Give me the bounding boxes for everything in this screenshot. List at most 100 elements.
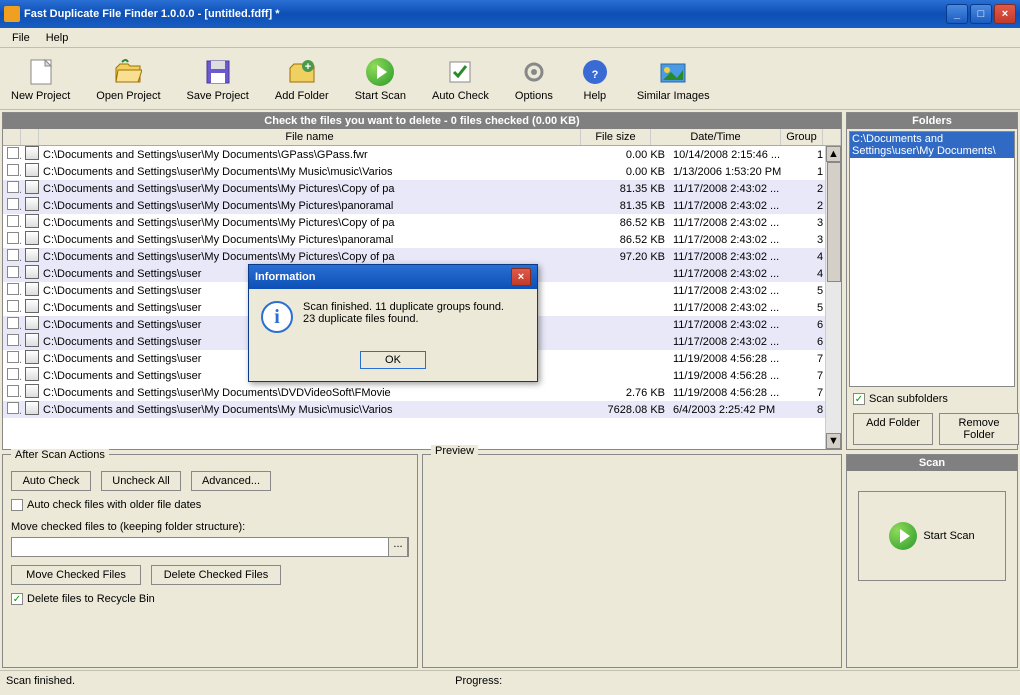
table-row[interactable]: C:\Documents and Settings\user\My Docume… [3, 146, 841, 163]
file-date: 11/17/2008 2:43:02 ... [669, 233, 799, 247]
delete-checked-button[interactable]: Delete Checked Files [151, 565, 281, 585]
save-project-button[interactable]: Save Project [180, 53, 256, 105]
file-icon [25, 333, 39, 347]
image-icon [657, 56, 689, 88]
open-project-button[interactable]: Open Project [89, 53, 167, 105]
table-row[interactable]: C:\Documents and Settings\user\My Docume… [3, 214, 841, 231]
row-checkbox[interactable] [7, 147, 19, 159]
save-icon [202, 56, 234, 88]
scroll-up-icon[interactable]: ▲ [826, 146, 841, 162]
file-size: 81.35 KB [599, 199, 669, 213]
table-row[interactable]: C:\Documents and Settings\user\My Docume… [3, 384, 841, 401]
folder-item[interactable]: C:\Documents and Settings\user\My Docume… [850, 132, 1014, 158]
row-checkbox[interactable] [7, 334, 19, 346]
scroll-thumb[interactable] [827, 162, 841, 282]
row-checkbox[interactable] [7, 300, 19, 312]
move-path-input[interactable]: ... [11, 537, 409, 557]
column-headers: File name File size Date/Time Group [3, 129, 841, 146]
menu-help[interactable]: Help [38, 30, 77, 46]
scrollbar-vertical[interactable]: ▲ ▼ [825, 146, 841, 449]
file-icon [25, 146, 39, 160]
row-checkbox[interactable] [7, 215, 19, 227]
row-checkbox[interactable] [7, 317, 19, 329]
start-scan-button[interactable]: Start Scan [348, 53, 413, 105]
file-size [599, 358, 669, 360]
auto-check-older-checkbox[interactable] [11, 499, 23, 511]
file-date: 1/13/2006 1:53:20 PM [669, 165, 799, 179]
add-folder-button-side[interactable]: Add Folder [853, 413, 933, 445]
table-row[interactable]: C:\Documents and Settings\user\My Docume… [3, 401, 841, 418]
menubar: File Help [0, 28, 1020, 48]
table-row[interactable]: C:\Documents and Settings\user\My Docume… [3, 197, 841, 214]
help-icon: ? [579, 56, 611, 88]
start-scan-big-button[interactable]: Start Scan [858, 491, 1006, 581]
file-size [599, 307, 669, 309]
row-checkbox[interactable] [7, 385, 19, 397]
browse-button[interactable]: ... [388, 537, 408, 557]
file-size [599, 324, 669, 326]
table-row[interactable]: C:\Documents and Settings\user\My Docume… [3, 248, 841, 265]
row-checkbox[interactable] [7, 368, 19, 380]
row-checkbox[interactable] [7, 351, 19, 363]
table-row[interactable]: C:\Documents and Settings\user\My Docume… [3, 163, 841, 180]
scroll-down-icon[interactable]: ▼ [826, 433, 841, 449]
file-date: 11/19/2008 4:56:28 ... [669, 369, 799, 383]
row-checkbox[interactable] [7, 283, 19, 295]
row-checkbox[interactable] [7, 232, 19, 244]
row-checkbox[interactable] [7, 402, 19, 414]
options-button[interactable]: Options [508, 53, 560, 105]
file-date: 11/17/2008 2:43:02 ... [669, 301, 799, 315]
advanced-button[interactable]: Advanced... [191, 471, 271, 491]
folder-list[interactable]: C:\Documents and Settings\user\My Docume… [849, 131, 1015, 387]
after-scan-actions-panel: After Scan Actions Auto Check Uncheck Al… [2, 454, 418, 668]
col-datetime[interactable]: Date/Time [651, 129, 781, 145]
file-name: C:\Documents and Settings\user\My Docume… [39, 182, 599, 196]
row-checkbox[interactable] [7, 181, 19, 193]
table-row[interactable]: C:\Documents and Settings\user\My Docume… [3, 231, 841, 248]
file-size [599, 375, 669, 377]
menu-file[interactable]: File [4, 30, 38, 46]
auto-check-action-button[interactable]: Auto Check [11, 471, 91, 491]
file-icon [25, 316, 39, 330]
file-date: 11/19/2008 4:56:28 ... [669, 386, 799, 400]
file-icon [25, 401, 39, 415]
row-checkbox[interactable] [7, 249, 19, 261]
minimize-button[interactable]: _ [946, 4, 968, 24]
file-name: C:\Documents and Settings\user\My Docume… [39, 233, 599, 247]
play-icon [364, 56, 396, 88]
add-folder-icon: + [286, 56, 318, 88]
row-checkbox[interactable] [7, 266, 19, 278]
remove-folder-button[interactable]: Remove Folder [939, 413, 1019, 445]
folders-panel: Folders C:\Documents and Settings\user\M… [846, 112, 1018, 450]
add-folder-button[interactable]: + Add Folder [268, 53, 336, 105]
recycle-bin-checkbox[interactable]: ✓ [11, 593, 23, 605]
folders-header: Folders [847, 113, 1017, 129]
maximize-button[interactable]: □ [970, 4, 992, 24]
close-button[interactable]: × [994, 4, 1016, 24]
help-button[interactable]: ? Help [572, 53, 618, 105]
col-filename[interactable]: File name [39, 129, 581, 145]
row-checkbox[interactable] [7, 198, 19, 210]
col-filesize[interactable]: File size [581, 129, 651, 145]
file-name: C:\Documents and Settings\user\My Docume… [39, 148, 599, 162]
open-folder-icon [112, 56, 144, 88]
file-date: 11/17/2008 2:43:02 ... [669, 182, 799, 196]
new-project-button[interactable]: New Project [4, 53, 77, 105]
row-checkbox[interactable] [7, 164, 19, 176]
table-row[interactable]: C:\Documents and Settings\user\My Docume… [3, 180, 841, 197]
file-panel-header: Check the files you want to delete - 0 f… [3, 113, 841, 129]
similar-images-button[interactable]: Similar Images [630, 53, 717, 105]
dialog-close-button[interactable]: × [511, 268, 531, 286]
auto-check-button[interactable]: Auto Check [425, 53, 496, 105]
col-group[interactable]: Group [781, 129, 823, 145]
svg-text:+: + [305, 61, 311, 73]
scan-subfolders-checkbox[interactable]: ✓ [853, 393, 865, 405]
file-size: 86.52 KB [599, 216, 669, 230]
status-text: Scan finished. [6, 675, 75, 687]
dialog-ok-button[interactable]: OK [360, 351, 426, 369]
file-size: 2.76 KB [599, 386, 669, 400]
move-checked-button[interactable]: Move Checked Files [11, 565, 141, 585]
dialog-line2: 23 duplicate files found. [303, 313, 504, 325]
uncheck-all-button[interactable]: Uncheck All [101, 471, 181, 491]
scan-panel: Scan Start Scan [846, 454, 1018, 668]
